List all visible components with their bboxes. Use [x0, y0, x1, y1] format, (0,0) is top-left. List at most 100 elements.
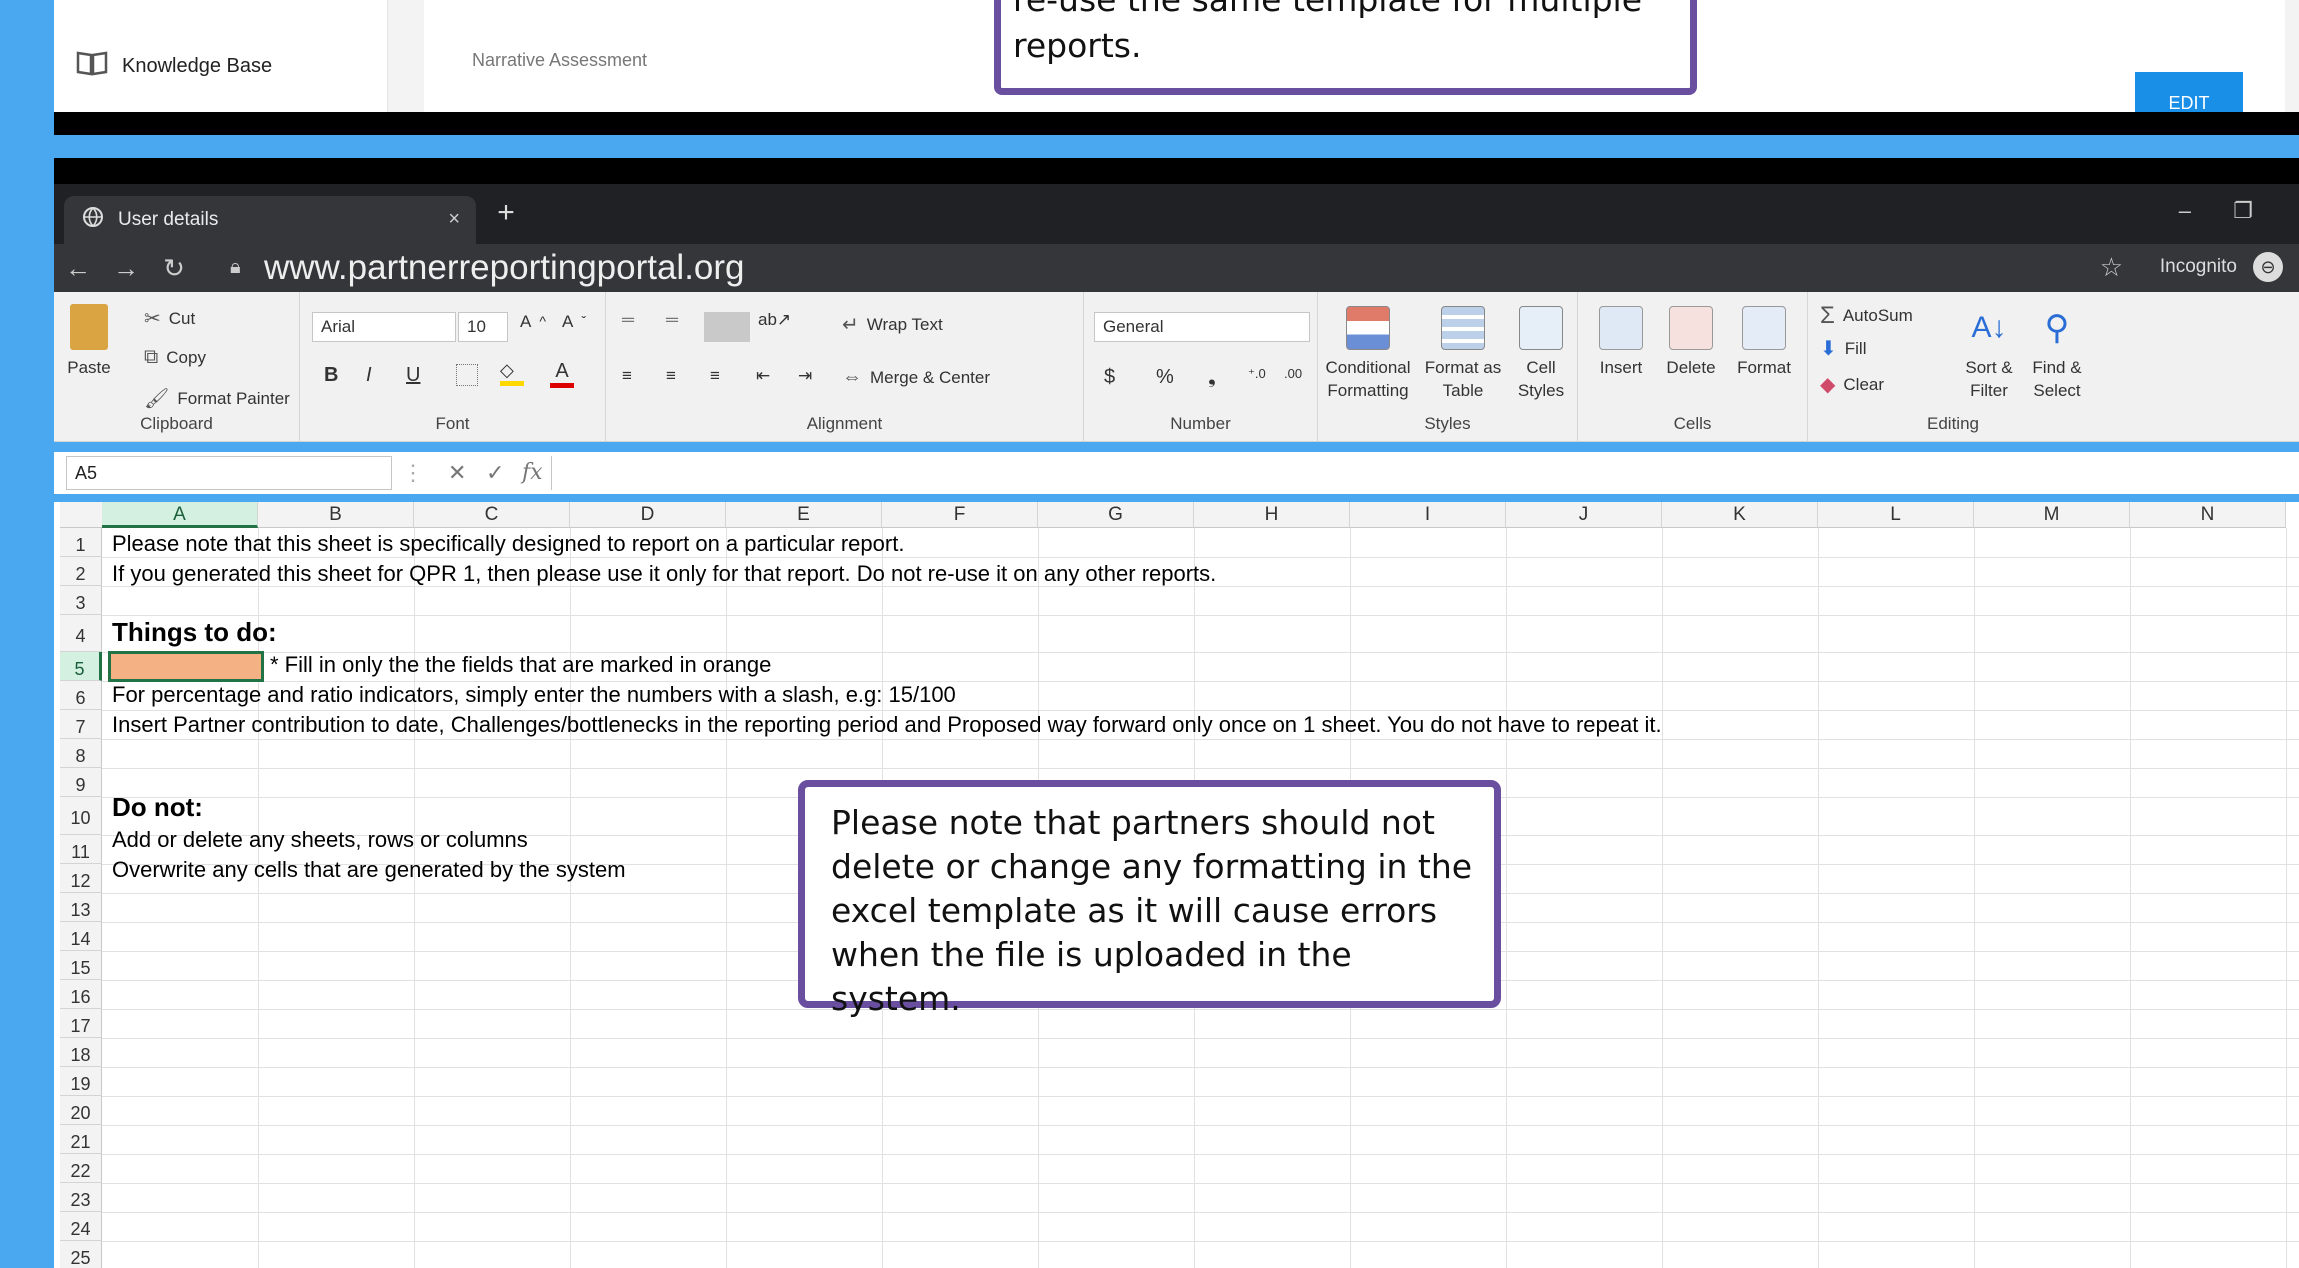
- row-header-25[interactable]: 25: [60, 1240, 102, 1268]
- row-header-8[interactable]: 8: [60, 739, 102, 769]
- fill-color-icon[interactable]: ◇: [500, 360, 524, 386]
- decrease-decimal-button[interactable]: .00: [1284, 366, 1302, 381]
- restore-icon[interactable]: ❐: [2233, 198, 2253, 224]
- paste-button[interactable]: Paste: [64, 304, 114, 379]
- align-left-icon[interactable]: ≡: [622, 366, 632, 386]
- row-header-5[interactable]: 5: [60, 652, 102, 682]
- autosum-button[interactable]: Σ AutoSum: [1820, 302, 1913, 330]
- row-header-12[interactable]: 12: [60, 863, 102, 893]
- url-text[interactable]: www.partnerreportingportal.org: [264, 248, 745, 288]
- decrease-indent-icon[interactable]: ⇤: [756, 366, 770, 386]
- column-header-k[interactable]: K: [1662, 502, 1818, 528]
- row-header-20[interactable]: 20: [60, 1095, 102, 1125]
- top-align-icon[interactable]: ═: [622, 310, 634, 330]
- merge-center-button[interactable]: ⇔ Merge & Center: [842, 366, 990, 389]
- row-header-13[interactable]: 13: [60, 892, 102, 922]
- column-header-l[interactable]: L: [1818, 502, 1974, 528]
- increase-font-icon[interactable]: A ^: [520, 312, 546, 332]
- cell-a2[interactable]: If you generated this sheet for QPR 1, t…: [112, 561, 1216, 587]
- column-header-i[interactable]: I: [1350, 502, 1506, 528]
- back-icon[interactable]: ←: [54, 253, 102, 284]
- row-header-1[interactable]: 1: [60, 528, 102, 557]
- percent-button[interactable]: %: [1156, 366, 1174, 389]
- cell-a10-heading[interactable]: Do not:: [112, 792, 203, 823]
- cell-styles-button[interactable]: Cell Styles: [1508, 306, 1574, 402]
- row-header-10[interactable]: 10: [60, 797, 102, 835]
- currency-button[interactable]: $: [1104, 366, 1115, 389]
- format-painter-button[interactable]: 🖌︎ Format Painter: [144, 386, 290, 411]
- browser-tab[interactable]: User details ×: [64, 196, 476, 244]
- column-header-a[interactable]: A: [102, 502, 258, 528]
- format-as-table-button[interactable]: Format as Table: [1420, 306, 1506, 402]
- underline-button[interactable]: U: [406, 364, 420, 387]
- cell-a7[interactable]: Insert Partner contribution to date, Cha…: [112, 712, 1662, 738]
- row-header-3[interactable]: 3: [60, 586, 102, 615]
- bottom-align-icon[interactable]: [704, 312, 750, 342]
- wrap-text-button[interactable]: ↵ Wrap Text: [842, 312, 943, 337]
- cut-button[interactable]: ✂ Cut: [144, 306, 195, 331]
- forward-icon[interactable]: →: [102, 253, 150, 284]
- cell-b5[interactable]: * Fill in only the the fields that are m…: [270, 652, 771, 678]
- column-header-e[interactable]: E: [726, 502, 882, 528]
- edit-button[interactable]: EDIT: [2135, 72, 2243, 112]
- column-header-g[interactable]: G: [1038, 502, 1194, 528]
- row-header-14[interactable]: 14: [60, 921, 102, 951]
- row-header-4[interactable]: 4: [60, 615, 102, 653]
- row-header-11[interactable]: 11: [60, 834, 102, 864]
- row-header-23[interactable]: 23: [60, 1182, 102, 1212]
- number-format-select[interactable]: General: [1094, 312, 1310, 342]
- find-select-button[interactable]: ⚲ Find & Select: [2024, 306, 2090, 402]
- reload-icon[interactable]: ↻: [150, 253, 198, 284]
- increase-indent-icon[interactable]: ⇥: [798, 366, 812, 386]
- enter-icon[interactable]: ✓: [486, 460, 504, 486]
- select-all-corner[interactable]: [60, 502, 102, 528]
- column-header-j[interactable]: J: [1506, 502, 1662, 528]
- incognito-icon[interactable]: ⊖: [2253, 252, 2283, 282]
- row-header-7[interactable]: 7: [60, 710, 102, 740]
- column-header-f[interactable]: F: [882, 502, 1038, 528]
- copy-button[interactable]: ⧉ Copy: [144, 346, 206, 369]
- column-header-m[interactable]: M: [1974, 502, 2130, 528]
- delete-button[interactable]: Delete: [1658, 306, 1724, 379]
- bookmark-star-icon[interactable]: ☆: [2100, 252, 2123, 283]
- cell-a6[interactable]: For percentage and ratio indicators, sim…: [112, 682, 956, 708]
- bold-button[interactable]: B: [324, 364, 338, 387]
- column-header-n[interactable]: N: [2130, 502, 2286, 528]
- conditional-formatting-button[interactable]: Conditional Formatting: [1318, 306, 1418, 402]
- italic-button[interactable]: I: [366, 364, 372, 387]
- cell-a4-heading[interactable]: Things to do:: [112, 617, 277, 648]
- comma-button[interactable]: ❟: [1208, 366, 1216, 389]
- insert-button[interactable]: Insert: [1588, 306, 1654, 379]
- active-cell-a5[interactable]: [108, 651, 264, 682]
- row-header-15[interactable]: 15: [60, 950, 102, 980]
- column-header-b[interactable]: B: [258, 502, 414, 528]
- row-header-17[interactable]: 17: [60, 1008, 102, 1038]
- row-header-2[interactable]: 2: [60, 557, 102, 586]
- align-center-icon[interactable]: ≡: [666, 366, 676, 386]
- cancel-icon[interactable]: ✕: [448, 460, 466, 486]
- decrease-font-icon[interactable]: Aˇ: [562, 312, 586, 332]
- align-right-icon[interactable]: ≡: [710, 366, 720, 386]
- column-header-h[interactable]: H: [1194, 502, 1350, 528]
- name-box[interactable]: A5: [66, 456, 392, 490]
- close-tab-icon[interactable]: ×: [448, 208, 460, 231]
- column-header-c[interactable]: C: [414, 502, 570, 528]
- row-header-22[interactable]: 22: [60, 1153, 102, 1183]
- row-header-18[interactable]: 18: [60, 1037, 102, 1067]
- formula-input[interactable]: [551, 456, 2299, 490]
- font-color-icon[interactable]: A: [550, 360, 574, 388]
- sidebar-item-knowledge-base[interactable]: Knowledge Base: [76, 50, 272, 82]
- clear-button[interactable]: ◆ Clear: [1820, 372, 1884, 397]
- minimize-icon[interactable]: –: [2179, 198, 2191, 224]
- row-header-16[interactable]: 16: [60, 979, 102, 1009]
- fill-button[interactable]: ⬇ Fill: [1820, 336, 1866, 361]
- function-icon[interactable]: fx: [522, 460, 543, 485]
- cell-a11[interactable]: Add or delete any sheets, rows or column…: [112, 827, 528, 853]
- cell-a1[interactable]: Please note that this sheet is specifica…: [112, 531, 904, 557]
- format-button[interactable]: Format: [1728, 306, 1800, 379]
- sort-filter-button[interactable]: A↓ Sort & Filter: [1956, 306, 2022, 402]
- row-header-19[interactable]: 19: [60, 1066, 102, 1096]
- row-header-21[interactable]: 21: [60, 1124, 102, 1154]
- borders-icon[interactable]: [456, 364, 478, 386]
- row-header-24[interactable]: 24: [60, 1211, 102, 1241]
